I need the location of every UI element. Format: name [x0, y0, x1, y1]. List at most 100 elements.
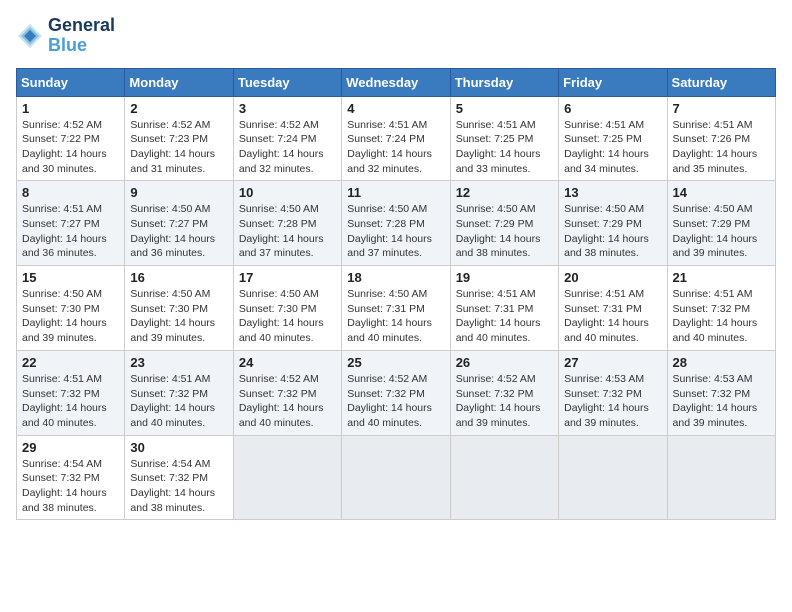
- calendar-cell: [559, 435, 667, 520]
- calendar-cell: 13 Sunrise: 4:50 AMSunset: 7:29 PMDaylig…: [559, 181, 667, 266]
- calendar-cell: 26 Sunrise: 4:52 AMSunset: 7:32 PMDaylig…: [450, 350, 558, 435]
- cell-content: Sunrise: 4:50 AMSunset: 7:29 PMDaylight:…: [564, 202, 661, 261]
- day-number: 5: [456, 101, 553, 116]
- cell-content: Sunrise: 4:51 AMSunset: 7:25 PMDaylight:…: [564, 118, 661, 177]
- day-number: 26: [456, 355, 553, 370]
- day-number: 17: [239, 270, 336, 285]
- weekday-header-thursday: Thursday: [450, 68, 558, 96]
- cell-content: Sunrise: 4:52 AMSunset: 7:23 PMDaylight:…: [130, 118, 227, 177]
- day-number: 19: [456, 270, 553, 285]
- day-number: 9: [130, 185, 227, 200]
- day-number: 18: [347, 270, 444, 285]
- cell-content: Sunrise: 4:52 AMSunset: 7:32 PMDaylight:…: [239, 372, 336, 431]
- day-number: 3: [239, 101, 336, 116]
- cell-content: Sunrise: 4:52 AMSunset: 7:22 PMDaylight:…: [22, 118, 119, 177]
- cell-content: Sunrise: 4:50 AMSunset: 7:27 PMDaylight:…: [130, 202, 227, 261]
- day-number: 20: [564, 270, 661, 285]
- cell-content: Sunrise: 4:54 AMSunset: 7:32 PMDaylight:…: [130, 457, 227, 516]
- calendar-cell: 21 Sunrise: 4:51 AMSunset: 7:32 PMDaylig…: [667, 266, 775, 351]
- cell-content: Sunrise: 4:53 AMSunset: 7:32 PMDaylight:…: [673, 372, 770, 431]
- day-number: 1: [22, 101, 119, 116]
- day-number: 7: [673, 101, 770, 116]
- calendar-cell: 12 Sunrise: 4:50 AMSunset: 7:29 PMDaylig…: [450, 181, 558, 266]
- cell-content: Sunrise: 4:52 AMSunset: 7:24 PMDaylight:…: [239, 118, 336, 177]
- day-number: 29: [22, 440, 119, 455]
- calendar-cell: 15 Sunrise: 4:50 AMSunset: 7:30 PMDaylig…: [17, 266, 125, 351]
- cell-content: Sunrise: 4:51 AMSunset: 7:24 PMDaylight:…: [347, 118, 444, 177]
- cell-content: Sunrise: 4:50 AMSunset: 7:28 PMDaylight:…: [347, 202, 444, 261]
- cell-content: Sunrise: 4:51 AMSunset: 7:25 PMDaylight:…: [456, 118, 553, 177]
- calendar-cell: 1 Sunrise: 4:52 AMSunset: 7:22 PMDayligh…: [17, 96, 125, 181]
- cell-content: Sunrise: 4:52 AMSunset: 7:32 PMDaylight:…: [347, 372, 444, 431]
- calendar-cell: 9 Sunrise: 4:50 AMSunset: 7:27 PMDayligh…: [125, 181, 233, 266]
- cell-content: Sunrise: 4:50 AMSunset: 7:30 PMDaylight:…: [22, 287, 119, 346]
- calendar-cell: 22 Sunrise: 4:51 AMSunset: 7:32 PMDaylig…: [17, 350, 125, 435]
- day-number: 10: [239, 185, 336, 200]
- day-number: 13: [564, 185, 661, 200]
- weekday-header-friday: Friday: [559, 68, 667, 96]
- cell-content: Sunrise: 4:50 AMSunset: 7:30 PMDaylight:…: [130, 287, 227, 346]
- calendar-cell: [233, 435, 341, 520]
- day-number: 12: [456, 185, 553, 200]
- cell-content: Sunrise: 4:51 AMSunset: 7:31 PMDaylight:…: [456, 287, 553, 346]
- day-number: 28: [673, 355, 770, 370]
- calendar-cell: 6 Sunrise: 4:51 AMSunset: 7:25 PMDayligh…: [559, 96, 667, 181]
- cell-content: Sunrise: 4:54 AMSunset: 7:32 PMDaylight:…: [22, 457, 119, 516]
- calendar-cell: 27 Sunrise: 4:53 AMSunset: 7:32 PMDaylig…: [559, 350, 667, 435]
- calendar-cell: 24 Sunrise: 4:52 AMSunset: 7:32 PMDaylig…: [233, 350, 341, 435]
- calendar-cell: 3 Sunrise: 4:52 AMSunset: 7:24 PMDayligh…: [233, 96, 341, 181]
- logo: General Blue: [16, 16, 115, 56]
- day-number: 15: [22, 270, 119, 285]
- day-number: 22: [22, 355, 119, 370]
- day-number: 8: [22, 185, 119, 200]
- day-number: 14: [673, 185, 770, 200]
- cell-content: Sunrise: 4:52 AMSunset: 7:32 PMDaylight:…: [456, 372, 553, 431]
- day-number: 16: [130, 270, 227, 285]
- day-number: 4: [347, 101, 444, 116]
- calendar-cell: 25 Sunrise: 4:52 AMSunset: 7:32 PMDaylig…: [342, 350, 450, 435]
- day-number: 6: [564, 101, 661, 116]
- day-number: 30: [130, 440, 227, 455]
- calendar-cell: 20 Sunrise: 4:51 AMSunset: 7:31 PMDaylig…: [559, 266, 667, 351]
- calendar-cell: 2 Sunrise: 4:52 AMSunset: 7:23 PMDayligh…: [125, 96, 233, 181]
- weekday-header-sunday: Sunday: [17, 68, 125, 96]
- calendar-cell: [450, 435, 558, 520]
- calendar-cell: 18 Sunrise: 4:50 AMSunset: 7:31 PMDaylig…: [342, 266, 450, 351]
- calendar-cell: 11 Sunrise: 4:50 AMSunset: 7:28 PMDaylig…: [342, 181, 450, 266]
- logo-icon: [16, 22, 44, 50]
- calendar-cell: [667, 435, 775, 520]
- cell-content: Sunrise: 4:50 AMSunset: 7:28 PMDaylight:…: [239, 202, 336, 261]
- calendar-cell: 7 Sunrise: 4:51 AMSunset: 7:26 PMDayligh…: [667, 96, 775, 181]
- calendar-cell: 28 Sunrise: 4:53 AMSunset: 7:32 PMDaylig…: [667, 350, 775, 435]
- calendar-cell: 10 Sunrise: 4:50 AMSunset: 7:28 PMDaylig…: [233, 181, 341, 266]
- day-number: 11: [347, 185, 444, 200]
- calendar-cell: 19 Sunrise: 4:51 AMSunset: 7:31 PMDaylig…: [450, 266, 558, 351]
- calendar-table: SundayMondayTuesdayWednesdayThursdayFrid…: [16, 68, 776, 521]
- page-header: General Blue: [16, 16, 776, 56]
- cell-content: Sunrise: 4:51 AMSunset: 7:32 PMDaylight:…: [130, 372, 227, 431]
- day-number: 27: [564, 355, 661, 370]
- calendar-cell: [342, 435, 450, 520]
- calendar-cell: 30 Sunrise: 4:54 AMSunset: 7:32 PMDaylig…: [125, 435, 233, 520]
- calendar-cell: 4 Sunrise: 4:51 AMSunset: 7:24 PMDayligh…: [342, 96, 450, 181]
- cell-content: Sunrise: 4:51 AMSunset: 7:32 PMDaylight:…: [22, 372, 119, 431]
- day-number: 21: [673, 270, 770, 285]
- calendar-cell: 29 Sunrise: 4:54 AMSunset: 7:32 PMDaylig…: [17, 435, 125, 520]
- calendar-cell: 8 Sunrise: 4:51 AMSunset: 7:27 PMDayligh…: [17, 181, 125, 266]
- weekday-header-monday: Monday: [125, 68, 233, 96]
- weekday-header-tuesday: Tuesday: [233, 68, 341, 96]
- calendar-cell: 5 Sunrise: 4:51 AMSunset: 7:25 PMDayligh…: [450, 96, 558, 181]
- cell-content: Sunrise: 4:50 AMSunset: 7:29 PMDaylight:…: [673, 202, 770, 261]
- weekday-header-saturday: Saturday: [667, 68, 775, 96]
- calendar-cell: 17 Sunrise: 4:50 AMSunset: 7:30 PMDaylig…: [233, 266, 341, 351]
- day-number: 2: [130, 101, 227, 116]
- calendar-cell: 16 Sunrise: 4:50 AMSunset: 7:30 PMDaylig…: [125, 266, 233, 351]
- cell-content: Sunrise: 4:50 AMSunset: 7:30 PMDaylight:…: [239, 287, 336, 346]
- weekday-header-wednesday: Wednesday: [342, 68, 450, 96]
- calendar-cell: 14 Sunrise: 4:50 AMSunset: 7:29 PMDaylig…: [667, 181, 775, 266]
- cell-content: Sunrise: 4:51 AMSunset: 7:27 PMDaylight:…: [22, 202, 119, 261]
- day-number: 25: [347, 355, 444, 370]
- cell-content: Sunrise: 4:50 AMSunset: 7:31 PMDaylight:…: [347, 287, 444, 346]
- cell-content: Sunrise: 4:51 AMSunset: 7:26 PMDaylight:…: [673, 118, 770, 177]
- day-number: 24: [239, 355, 336, 370]
